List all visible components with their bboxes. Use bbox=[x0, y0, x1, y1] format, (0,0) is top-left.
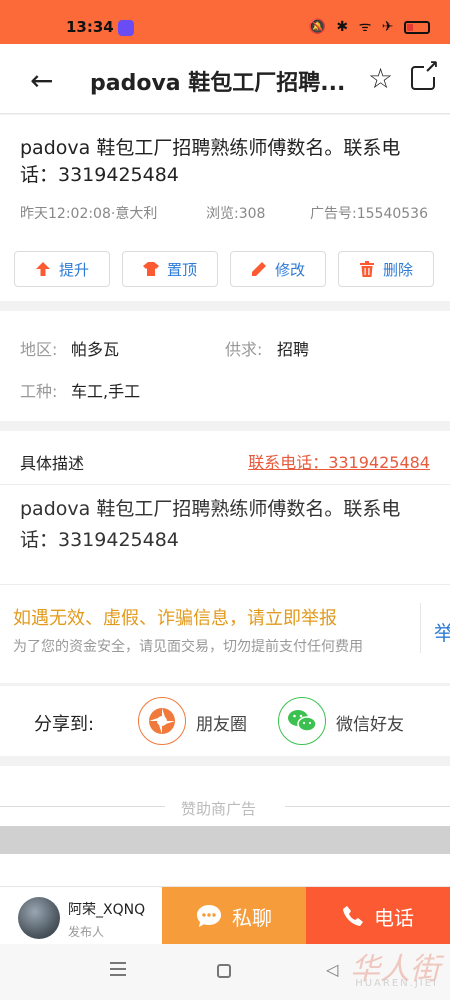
pin-top-label: 置顶 bbox=[166, 260, 197, 279]
page-title: padova 鞋包工厂招聘... bbox=[90, 71, 346, 96]
divider bbox=[0, 584, 450, 585]
divider bbox=[0, 806, 165, 807]
description-heading: 具体描述 bbox=[20, 454, 85, 473]
edit-label: 修改 bbox=[274, 260, 305, 279]
chat-bubble-icon bbox=[197, 905, 221, 927]
pin-top-button[interactable]: 置顶 bbox=[122, 251, 218, 287]
publisher-role: 发布人 bbox=[68, 925, 105, 939]
app-notification-icon bbox=[118, 20, 134, 36]
phone-icon bbox=[343, 906, 363, 926]
watermark-domain: HUAREN.JIEI bbox=[355, 978, 438, 989]
sponsor-label: 赞助商广告 bbox=[181, 800, 257, 818]
wechat-icon bbox=[288, 710, 317, 732]
back-arrow-icon[interactable]: ← bbox=[30, 64, 53, 97]
share-label: 分享到: bbox=[34, 714, 95, 735]
post-time-location: 昨天12:02:08·意大利 bbox=[20, 206, 158, 222]
share-icon[interactable]: ↗ bbox=[411, 59, 439, 90]
description-text: padova 鞋包工厂招聘熟练师傅数名。联系电话：3319425484 bbox=[20, 498, 401, 551]
promote-label: 提升 bbox=[58, 260, 89, 279]
sponsor-ad-banner[interactable] bbox=[0, 826, 450, 854]
share-section: 分享到: 朋友圈 微信好友 bbox=[0, 686, 450, 756]
moments-icon bbox=[149, 708, 175, 734]
status-time: 13:34 bbox=[66, 18, 114, 36]
wechat-label[interactable]: 微信好友 bbox=[336, 710, 404, 735]
delete-label: 删除 bbox=[382, 260, 413, 279]
arrow-up-icon bbox=[35, 262, 50, 276]
publisher-name[interactable]: 阿荣_XQNQ bbox=[68, 899, 145, 919]
divider bbox=[285, 806, 450, 807]
system-status-icons: 🔕 ✱ ᯤ ✈ bbox=[308, 19, 397, 35]
moments-share-button[interactable] bbox=[138, 697, 186, 745]
avatar[interactable] bbox=[18, 897, 60, 939]
supply-value: 招聘 bbox=[277, 340, 310, 359]
divider bbox=[0, 484, 450, 485]
battery-icon bbox=[404, 20, 430, 34]
shirt-icon bbox=[142, 262, 159, 276]
moments-label[interactable]: 朋友圈 bbox=[196, 710, 247, 735]
promote-button[interactable]: 提升 bbox=[14, 251, 110, 287]
status-bar: 13:34 🔕 ✱ ᯤ ✈ bbox=[0, 0, 450, 44]
region-value: 帕多瓦 bbox=[71, 340, 120, 359]
post-attributes: 地区: 帕多瓦 供求: 招聘 工种: 车工,手工 bbox=[0, 311, 450, 421]
home-icon[interactable] bbox=[217, 964, 231, 978]
contact-phone-link[interactable]: 联系电话：3319425484 bbox=[248, 449, 430, 473]
fraud-warning-title: 如遇无效、虚假、诈骗信息，请立即举报 bbox=[13, 608, 337, 629]
bottom-action-bar: 阿荣_XQNQ 发布人 私聊 电话 bbox=[0, 886, 450, 945]
recent-apps-icon[interactable] bbox=[110, 962, 126, 976]
region-label: 地区: bbox=[20, 340, 58, 359]
app-header: ← padova 鞋包工厂招聘... ☆ ↗ bbox=[0, 44, 450, 114]
post-views: 浏览:308 bbox=[206, 206, 266, 222]
divider bbox=[420, 603, 421, 653]
star-icon[interactable]: ☆ bbox=[368, 62, 393, 95]
phone-call-label: 电话 bbox=[374, 905, 414, 930]
trash-icon bbox=[359, 261, 374, 277]
post-ad-number: 广告号:15540536 bbox=[310, 206, 428, 222]
report-button[interactable]: 举 bbox=[434, 617, 450, 646]
private-chat-button[interactable]: 私聊 bbox=[162, 887, 306, 945]
post-title: padova 鞋包工厂招聘熟练师傅数名。联系电话：3319425484 bbox=[20, 137, 401, 186]
private-chat-label: 私聊 bbox=[232, 905, 272, 930]
supply-label: 供求: bbox=[225, 340, 263, 359]
watermark: 华人街 HUAREN.JIEI bbox=[300, 940, 450, 996]
post-info-card: padova 鞋包工厂招聘熟练师傅数名。联系电话：3319425484 昨天12… bbox=[0, 115, 450, 301]
phone-call-button[interactable]: 电话 bbox=[306, 887, 450, 945]
sponsor-section: 赞助商广告 bbox=[0, 766, 450, 886]
wechat-share-button[interactable] bbox=[278, 697, 326, 745]
edit-button[interactable]: 修改 bbox=[230, 251, 326, 287]
status-icons: 🔕 ✱ ᯤ ✈ bbox=[309, 17, 430, 36]
job-type-label: 工种: bbox=[20, 382, 58, 401]
pencil-icon bbox=[251, 262, 266, 276]
job-type-value: 车工,手工 bbox=[71, 382, 141, 401]
delete-button[interactable]: 删除 bbox=[338, 251, 434, 287]
description-section: 具体描述 联系电话：3319425484 padova 鞋包工厂招聘熟练师傅数名… bbox=[0, 431, 450, 683]
fraud-warning-subtitle: 为了您的资金安全，请见面交易，切勿提前支付任何费用 bbox=[13, 639, 363, 655]
